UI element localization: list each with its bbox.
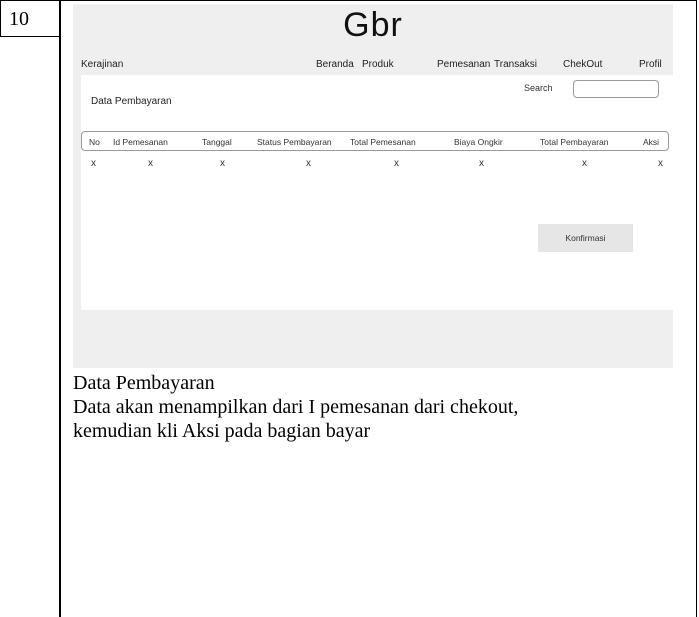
description-line: kemudian kli Aksi pada bagian bayar xyxy=(73,420,371,442)
nav-transaksi[interactable]: Transaksi xyxy=(494,59,537,70)
nav-profil[interactable]: Profil xyxy=(639,59,662,70)
description-line: Data akan menampilkan dari I pemesanan d… xyxy=(73,396,519,418)
table-cell: x xyxy=(479,158,484,169)
table-cell: x xyxy=(148,158,153,169)
column-header-total-pembayaran: Total Pembayaran xyxy=(540,137,609,147)
footer-bar xyxy=(73,310,673,368)
table-cell: x xyxy=(91,158,96,169)
page-title: Data Pembayaran xyxy=(91,96,172,107)
search-input[interactable] xyxy=(573,80,659,98)
table-column-divider xyxy=(59,0,61,617)
row-number: 10 xyxy=(9,8,29,30)
column-header-tanggal: Tanggal xyxy=(202,137,232,147)
table-border-left xyxy=(0,0,1,37)
nav-beranda[interactable]: Beranda xyxy=(316,59,354,70)
table-cell: x xyxy=(220,158,225,169)
konfirmasi-button[interactable]: Konfirmasi xyxy=(538,224,633,252)
column-header-total-pemesanan: Total Pemesanan xyxy=(350,137,416,147)
nav-pemesanan[interactable]: Pemesanan xyxy=(437,59,490,70)
table-border-top xyxy=(0,0,697,1)
description-heading: Data Pembayaran xyxy=(73,372,215,394)
mockup-title: Gbr xyxy=(343,6,403,44)
column-header-status-pembayaran: Status Pembayaran xyxy=(257,137,332,147)
aksi-cell[interactable]: x xyxy=(658,158,663,169)
description: Data Pembayaran Data akan menampilkan da… xyxy=(73,371,695,443)
column-header-aksi: Aksi xyxy=(643,137,660,147)
table-cell: x xyxy=(394,158,399,169)
ui-mockup: Gbr Kerajinan Beranda Produk Pemesanan T… xyxy=(73,4,673,368)
number-cell-border xyxy=(0,36,60,37)
column-header-biaya-ongkir: Biaya Ongkir xyxy=(454,137,503,147)
table-cell: x xyxy=(306,158,311,169)
column-header-id-pemesanan: Id Pemesanan xyxy=(113,137,168,147)
column-header-no: No xyxy=(89,137,100,147)
brand-label: Kerajinan xyxy=(81,59,124,70)
nav-produk[interactable]: Produk xyxy=(362,59,394,70)
search-label: Search xyxy=(524,83,553,93)
table-cell: x xyxy=(582,158,587,169)
content-panel: Data Pembayaran Search No Id Pemesanan T… xyxy=(81,75,673,310)
table-border-right xyxy=(696,0,697,617)
nav-checkout[interactable]: ChekOut xyxy=(563,59,602,70)
